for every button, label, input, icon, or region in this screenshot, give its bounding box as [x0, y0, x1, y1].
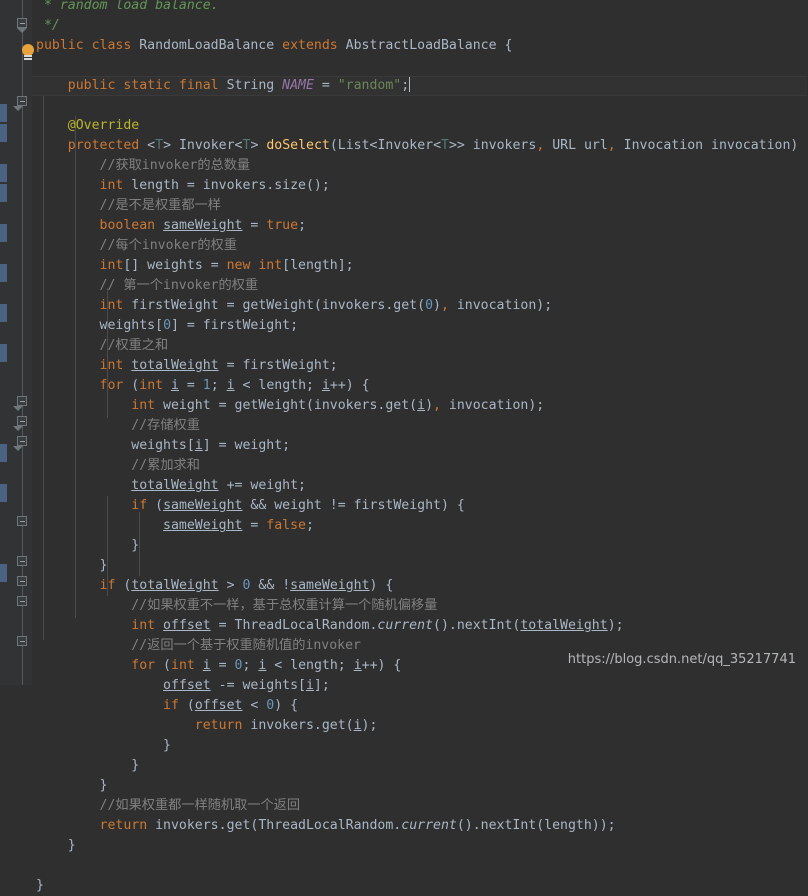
code-line[interactable]: int[] weights = new int[length];: [32, 256, 808, 276]
code-line[interactable]: }: [32, 756, 808, 776]
code-line[interactable]: [32, 56, 808, 76]
code-line[interactable]: }: [32, 836, 808, 856]
code-line[interactable]: }: [32, 536, 808, 556]
code-line[interactable]: // 第一个invoker的权重: [32, 276, 808, 296]
vcs-change-bar[interactable]: [0, 184, 7, 202]
editor-gutter[interactable]: [0, 0, 34, 685]
vcs-change-bar[interactable]: [0, 224, 7, 242]
code-line[interactable]: if (sameWeight && weight != firstWeight)…: [32, 496, 808, 516]
fold-marker-end[interactable]: [17, 636, 28, 647]
code-line[interactable]: int firstWeight = getWeight(invokers.get…: [32, 296, 808, 316]
code-line[interactable]: //获取invoker的总数量: [32, 156, 808, 176]
code-line[interactable]: }: [32, 776, 808, 796]
code-line[interactable]: //权重之和: [32, 336, 808, 356]
code-content[interactable]: * random load balance. */ public class R…: [32, 0, 808, 893]
code-line[interactable]: boolean sameWeight = true;: [32, 216, 808, 236]
code-line[interactable]: offset -= weights[i];: [32, 676, 808, 696]
code-line[interactable]: int weight = getWeight(invokers.get(i), …: [32, 396, 808, 416]
code-line[interactable]: weights[0] = firstWeight;: [32, 316, 808, 336]
code-line[interactable]: //累加求和: [32, 456, 808, 476]
code-line[interactable]: return invokers.get(ThreadLocalRandom.cu…: [32, 816, 808, 836]
code-line[interactable]: weights[i] = weight;: [32, 436, 808, 456]
code-line-caret[interactable]: public static final String NAME = "rando…: [32, 76, 808, 96]
code-line[interactable]: if (totalWeight > 0 && !sameWeight) {: [32, 576, 808, 596]
code-line[interactable]: */: [32, 16, 808, 36]
vcs-change-bar[interactable]: [0, 444, 7, 462]
vcs-change-bar[interactable]: [0, 124, 7, 142]
code-editor[interactable]: * random load balance. */ public class R…: [0, 0, 808, 893]
code-line[interactable]: [32, 96, 808, 116]
fold-marker-end[interactable]: [17, 596, 28, 607]
vcs-change-bar[interactable]: [0, 564, 7, 582]
code-line[interactable]: sameWeight = false;: [32, 516, 808, 536]
code-line[interactable]: int length = invokers.size();: [32, 176, 808, 196]
fold-marker-end[interactable]: [17, 18, 28, 33]
code-line[interactable]: int offset = ThreadLocalRandom.current()…: [32, 616, 808, 636]
code-line[interactable]: }: [32, 876, 808, 896]
fold-marker-start[interactable]: [13, 416, 28, 431]
watermark: https://blog.csdn.net/qq_35217741: [567, 652, 796, 667]
code-line[interactable]: for (int i = 1; i < length; i++) {: [32, 376, 808, 396]
fold-marker-start[interactable]: [13, 96, 28, 111]
vcs-change-bar[interactable]: [0, 164, 7, 182]
vcs-change-bar[interactable]: [0, 344, 7, 362]
vcs-change-bar[interactable]: [0, 484, 7, 502]
code-line[interactable]: }: [32, 556, 808, 576]
code-line[interactable]: * random load balance.: [32, 0, 808, 16]
code-line[interactable]: public class RandomLoadBalance extends A…: [32, 36, 808, 56]
code-line[interactable]: int totalWeight = firstWeight;: [32, 356, 808, 376]
code-line[interactable]: @Override: [32, 116, 808, 136]
code-line[interactable]: return invokers.get(i);: [32, 716, 808, 736]
code-line[interactable]: totalWeight += weight;: [32, 476, 808, 496]
fold-marker-start[interactable]: [13, 436, 28, 451]
vcs-change-bar[interactable]: [0, 264, 7, 282]
code-line[interactable]: }: [32, 736, 808, 756]
code-line[interactable]: [32, 856, 808, 876]
fold-marker-end[interactable]: [17, 576, 28, 587]
code-line[interactable]: //存储权重: [32, 416, 808, 436]
fold-marker-end[interactable]: [17, 556, 28, 567]
code-line[interactable]: protected <T> Invoker<T> doSelect(List<I…: [32, 136, 808, 156]
code-line[interactable]: //每个invoker的权重: [32, 236, 808, 256]
code-line[interactable]: if (offset < 0) {: [32, 696, 808, 716]
vcs-change-bar[interactable]: [0, 304, 7, 322]
code-line[interactable]: //如果权重都一样随机取一个返回: [32, 796, 808, 816]
vcs-change-bar[interactable]: [0, 104, 7, 122]
code-line[interactable]: //是不是权重都一样: [32, 196, 808, 216]
code-line[interactable]: //如果权重不一样，基于总权重计算一个随机偏移量: [32, 596, 808, 616]
fold-marker-end[interactable]: [17, 516, 28, 527]
fold-marker-start[interactable]: [13, 396, 28, 411]
